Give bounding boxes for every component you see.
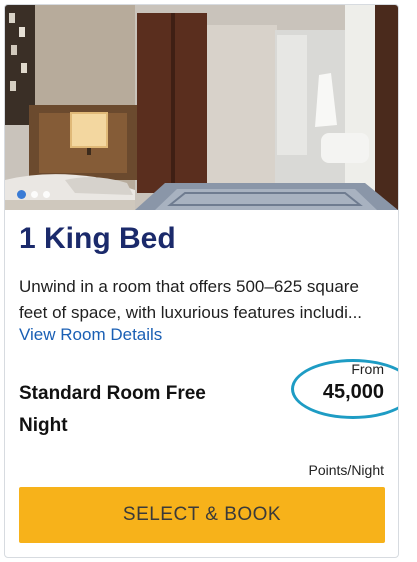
- carousel-dots: [17, 190, 50, 199]
- price-from-label: From: [351, 361, 384, 377]
- room-title: 1 King Bed: [19, 222, 176, 255]
- room-photo-illustration: [5, 5, 398, 210]
- price-points: 45,000: [322, 381, 384, 403]
- rate-name: Standard Room Free Night: [19, 383, 206, 436]
- room-description: Unwind in a room that offers 500–625 squ…: [19, 277, 363, 322]
- view-room-details-link[interactable]: View Room Details: [19, 325, 162, 345]
- price-unit-label: Points/Night: [308, 462, 384, 478]
- carousel-dot[interactable]: [43, 191, 50, 198]
- carousel-dot[interactable]: [31, 191, 38, 198]
- room-card: 1 King Bed Unwind in a room that offers …: [4, 4, 399, 558]
- select-and-book-button[interactable]: SELECT & BOOK: [19, 487, 385, 543]
- carousel-dot-active[interactable]: [17, 190, 26, 199]
- room-photo[interactable]: [5, 5, 398, 210]
